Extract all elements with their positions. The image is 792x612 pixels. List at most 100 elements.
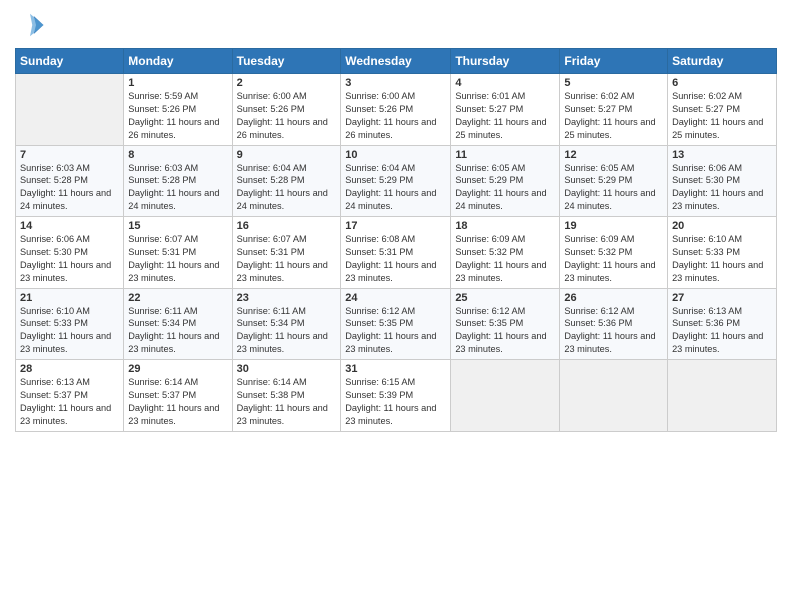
header xyxy=(15,10,777,40)
day-number: 26 xyxy=(564,292,663,304)
day-info: Sunrise: 6:09 AMSunset: 5:32 PMDaylight:… xyxy=(455,233,555,285)
calendar-cell: 28Sunrise: 6:13 AMSunset: 5:37 PMDayligh… xyxy=(16,360,124,432)
day-number: 1 xyxy=(128,77,227,89)
day-info: Sunrise: 6:00 AMSunset: 5:26 PMDaylight:… xyxy=(345,90,446,142)
logo xyxy=(15,10,49,40)
day-number: 2 xyxy=(237,77,337,89)
day-info: Sunrise: 6:12 AMSunset: 5:36 PMDaylight:… xyxy=(564,305,663,357)
day-info: Sunrise: 6:04 AMSunset: 5:29 PMDaylight:… xyxy=(345,162,446,214)
day-number: 19 xyxy=(564,220,663,232)
day-info: Sunrise: 6:06 AMSunset: 5:30 PMDaylight:… xyxy=(20,233,119,285)
day-info: Sunrise: 6:10 AMSunset: 5:33 PMDaylight:… xyxy=(672,233,772,285)
calendar-cell: 25Sunrise: 6:12 AMSunset: 5:35 PMDayligh… xyxy=(451,288,560,360)
day-number: 7 xyxy=(20,149,119,161)
day-info: Sunrise: 6:15 AMSunset: 5:39 PMDaylight:… xyxy=(345,376,446,428)
day-number: 29 xyxy=(128,363,227,375)
week-row-5: 28Sunrise: 6:13 AMSunset: 5:37 PMDayligh… xyxy=(16,360,777,432)
day-number: 27 xyxy=(672,292,772,304)
day-number: 18 xyxy=(455,220,555,232)
week-row-4: 21Sunrise: 6:10 AMSunset: 5:33 PMDayligh… xyxy=(16,288,777,360)
day-number: 24 xyxy=(345,292,446,304)
calendar-cell: 19Sunrise: 6:09 AMSunset: 5:32 PMDayligh… xyxy=(560,217,668,289)
day-number: 15 xyxy=(128,220,227,232)
day-info: Sunrise: 6:14 AMSunset: 5:38 PMDaylight:… xyxy=(237,376,337,428)
day-number: 30 xyxy=(237,363,337,375)
day-header-wednesday: Wednesday xyxy=(341,49,451,74)
calendar-cell: 27Sunrise: 6:13 AMSunset: 5:36 PMDayligh… xyxy=(668,288,777,360)
day-info: Sunrise: 6:11 AMSunset: 5:34 PMDaylight:… xyxy=(128,305,227,357)
calendar-cell: 30Sunrise: 6:14 AMSunset: 5:38 PMDayligh… xyxy=(232,360,341,432)
day-number: 8 xyxy=(128,149,227,161)
calendar-cell: 31Sunrise: 6:15 AMSunset: 5:39 PMDayligh… xyxy=(341,360,451,432)
calendar-cell: 4Sunrise: 6:01 AMSunset: 5:27 PMDaylight… xyxy=(451,74,560,146)
day-info: Sunrise: 6:13 AMSunset: 5:36 PMDaylight:… xyxy=(672,305,772,357)
day-number: 31 xyxy=(345,363,446,375)
calendar-cell: 26Sunrise: 6:12 AMSunset: 5:36 PMDayligh… xyxy=(560,288,668,360)
calendar-table: SundayMondayTuesdayWednesdayThursdayFrid… xyxy=(15,48,777,432)
day-number: 16 xyxy=(237,220,337,232)
calendar-cell: 1Sunrise: 5:59 AMSunset: 5:26 PMDaylight… xyxy=(124,74,232,146)
day-header-tuesday: Tuesday xyxy=(232,49,341,74)
day-info: Sunrise: 6:11 AMSunset: 5:34 PMDaylight:… xyxy=(237,305,337,357)
day-info: Sunrise: 6:02 AMSunset: 5:27 PMDaylight:… xyxy=(672,90,772,142)
page: SundayMondayTuesdayWednesdayThursdayFrid… xyxy=(0,0,792,612)
calendar-cell: 22Sunrise: 6:11 AMSunset: 5:34 PMDayligh… xyxy=(124,288,232,360)
day-number: 14 xyxy=(20,220,119,232)
day-info: Sunrise: 6:05 AMSunset: 5:29 PMDaylight:… xyxy=(564,162,663,214)
calendar-cell: 5Sunrise: 6:02 AMSunset: 5:27 PMDaylight… xyxy=(560,74,668,146)
week-row-2: 7Sunrise: 6:03 AMSunset: 5:28 PMDaylight… xyxy=(16,145,777,217)
calendar-cell: 6Sunrise: 6:02 AMSunset: 5:27 PMDaylight… xyxy=(668,74,777,146)
day-number: 22 xyxy=(128,292,227,304)
day-header-friday: Friday xyxy=(560,49,668,74)
day-info: Sunrise: 6:04 AMSunset: 5:28 PMDaylight:… xyxy=(237,162,337,214)
calendar-cell: 21Sunrise: 6:10 AMSunset: 5:33 PMDayligh… xyxy=(16,288,124,360)
calendar-cell: 3Sunrise: 6:00 AMSunset: 5:26 PMDaylight… xyxy=(341,74,451,146)
week-row-1: 1Sunrise: 5:59 AMSunset: 5:26 PMDaylight… xyxy=(16,74,777,146)
calendar-cell xyxy=(560,360,668,432)
day-info: Sunrise: 6:03 AMSunset: 5:28 PMDaylight:… xyxy=(128,162,227,214)
calendar-cell: 10Sunrise: 6:04 AMSunset: 5:29 PMDayligh… xyxy=(341,145,451,217)
calendar-cell: 29Sunrise: 6:14 AMSunset: 5:37 PMDayligh… xyxy=(124,360,232,432)
day-number: 23 xyxy=(237,292,337,304)
day-info: Sunrise: 6:09 AMSunset: 5:32 PMDaylight:… xyxy=(564,233,663,285)
calendar-cell: 9Sunrise: 6:04 AMSunset: 5:28 PMDaylight… xyxy=(232,145,341,217)
calendar-cell: 7Sunrise: 6:03 AMSunset: 5:28 PMDaylight… xyxy=(16,145,124,217)
day-info: Sunrise: 6:01 AMSunset: 5:27 PMDaylight:… xyxy=(455,90,555,142)
day-header-thursday: Thursday xyxy=(451,49,560,74)
calendar-cell: 12Sunrise: 6:05 AMSunset: 5:29 PMDayligh… xyxy=(560,145,668,217)
day-info: Sunrise: 6:07 AMSunset: 5:31 PMDaylight:… xyxy=(128,233,227,285)
day-number: 12 xyxy=(564,149,663,161)
day-info: Sunrise: 6:08 AMSunset: 5:31 PMDaylight:… xyxy=(345,233,446,285)
calendar-cell: 23Sunrise: 6:11 AMSunset: 5:34 PMDayligh… xyxy=(232,288,341,360)
day-number: 25 xyxy=(455,292,555,304)
day-number: 4 xyxy=(455,77,555,89)
logo-icon xyxy=(15,10,45,40)
day-info: Sunrise: 6:13 AMSunset: 5:37 PMDaylight:… xyxy=(20,376,119,428)
day-header-monday: Monday xyxy=(124,49,232,74)
calendar-cell: 13Sunrise: 6:06 AMSunset: 5:30 PMDayligh… xyxy=(668,145,777,217)
day-info: Sunrise: 6:06 AMSunset: 5:30 PMDaylight:… xyxy=(672,162,772,214)
day-number: 11 xyxy=(455,149,555,161)
day-number: 17 xyxy=(345,220,446,232)
day-number: 13 xyxy=(672,149,772,161)
day-header-sunday: Sunday xyxy=(16,49,124,74)
day-info: Sunrise: 6:00 AMSunset: 5:26 PMDaylight:… xyxy=(237,90,337,142)
calendar-cell: 2Sunrise: 6:00 AMSunset: 5:26 PMDaylight… xyxy=(232,74,341,146)
day-number: 9 xyxy=(237,149,337,161)
day-number: 21 xyxy=(20,292,119,304)
day-number: 20 xyxy=(672,220,772,232)
calendar-cell: 11Sunrise: 6:05 AMSunset: 5:29 PMDayligh… xyxy=(451,145,560,217)
day-number: 3 xyxy=(345,77,446,89)
day-number: 6 xyxy=(672,77,772,89)
day-header-saturday: Saturday xyxy=(668,49,777,74)
day-info: Sunrise: 6:02 AMSunset: 5:27 PMDaylight:… xyxy=(564,90,663,142)
day-info: Sunrise: 6:03 AMSunset: 5:28 PMDaylight:… xyxy=(20,162,119,214)
week-row-3: 14Sunrise: 6:06 AMSunset: 5:30 PMDayligh… xyxy=(16,217,777,289)
calendar-cell: 14Sunrise: 6:06 AMSunset: 5:30 PMDayligh… xyxy=(16,217,124,289)
calendar-cell xyxy=(16,74,124,146)
calendar-cell: 15Sunrise: 6:07 AMSunset: 5:31 PMDayligh… xyxy=(124,217,232,289)
day-info: Sunrise: 6:12 AMSunset: 5:35 PMDaylight:… xyxy=(455,305,555,357)
day-info: Sunrise: 6:12 AMSunset: 5:35 PMDaylight:… xyxy=(345,305,446,357)
calendar-cell xyxy=(668,360,777,432)
day-info: Sunrise: 6:07 AMSunset: 5:31 PMDaylight:… xyxy=(237,233,337,285)
